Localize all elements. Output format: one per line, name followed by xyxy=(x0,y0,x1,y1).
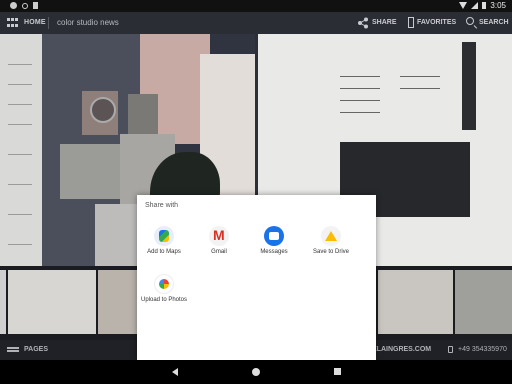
share-target-drive[interactable]: Save to Drive xyxy=(307,226,355,256)
gmail-icon xyxy=(209,226,229,246)
drive-icon xyxy=(321,226,341,246)
page-thumbnail[interactable] xyxy=(98,270,142,334)
grid-icon[interactable] xyxy=(7,18,19,28)
home-icon[interactable] xyxy=(252,368,260,376)
material-swatch xyxy=(128,94,158,134)
home-button[interactable]: HOME xyxy=(24,19,46,26)
photos-icon xyxy=(154,274,174,294)
website-link[interactable]: ELAINGRES.COM xyxy=(372,346,431,353)
share-button[interactable]: SHARE xyxy=(372,19,397,26)
spec-line xyxy=(340,112,380,113)
signal-icon xyxy=(471,2,479,9)
share-target-maps[interactable]: Add to Maps xyxy=(140,226,188,256)
document-notification-icon xyxy=(33,2,38,9)
spec-line xyxy=(340,88,380,89)
share-sheet-title: Share with xyxy=(145,202,179,209)
share-target-label: Add to Maps xyxy=(147,249,181,255)
back-icon[interactable] xyxy=(172,368,178,376)
share-target-gmail[interactable]: Gmail xyxy=(195,226,243,256)
spec-line xyxy=(340,100,380,101)
share-icon[interactable] xyxy=(357,17,369,29)
share-target-label: Messages xyxy=(260,249,288,255)
share-sheet: Share with Add to Maps Gmail Messages Sa… xyxy=(137,195,376,360)
textile-sample xyxy=(60,144,125,199)
clock: 3:05 xyxy=(490,1,506,10)
recents-icon[interactable] xyxy=(334,368,341,375)
page-thumbnail[interactable] xyxy=(8,270,96,334)
share-target-label: Gmail xyxy=(211,249,227,255)
page-thumbnail[interactable] xyxy=(455,270,512,334)
divider xyxy=(48,17,49,29)
spec-line xyxy=(400,88,440,89)
sync-notification-icon xyxy=(22,2,28,9)
page-thumbnail[interactable] xyxy=(0,270,6,334)
favorites-icon[interactable] xyxy=(408,17,414,28)
settings-notification-icon xyxy=(10,2,17,9)
battery-icon xyxy=(482,2,487,9)
messages-icon xyxy=(264,226,284,246)
wifi-icon xyxy=(459,2,468,9)
left-page-edge xyxy=(0,34,42,266)
app-bar: HOME color studio news SHARE FAVORITES S… xyxy=(0,12,512,34)
status-bar: 3:05 xyxy=(0,0,512,12)
phone-number[interactable]: +49 354335970 xyxy=(458,346,507,353)
search-button[interactable]: SEARCH xyxy=(479,19,509,26)
favorites-button[interactable]: FAVORITES xyxy=(417,19,456,26)
page-thumbnail[interactable] xyxy=(378,270,453,334)
page-title: color studio news xyxy=(57,18,119,27)
maps-icon xyxy=(154,226,174,246)
share-target-photos[interactable]: Upload to Photos xyxy=(140,274,188,304)
pages-button[interactable]: PAGES xyxy=(24,346,48,353)
share-target-label: Save to Drive xyxy=(312,249,349,255)
phone-icon xyxy=(448,346,453,353)
spec-line xyxy=(340,76,380,77)
vertical-label-strip xyxy=(462,42,476,130)
search-icon[interactable] xyxy=(466,17,474,25)
share-target-messages[interactable]: Messages xyxy=(250,226,298,256)
pages-icon[interactable] xyxy=(7,347,19,352)
round-object xyxy=(90,97,116,123)
spec-line xyxy=(400,76,440,77)
share-target-label: Upload to Photos xyxy=(140,297,188,303)
